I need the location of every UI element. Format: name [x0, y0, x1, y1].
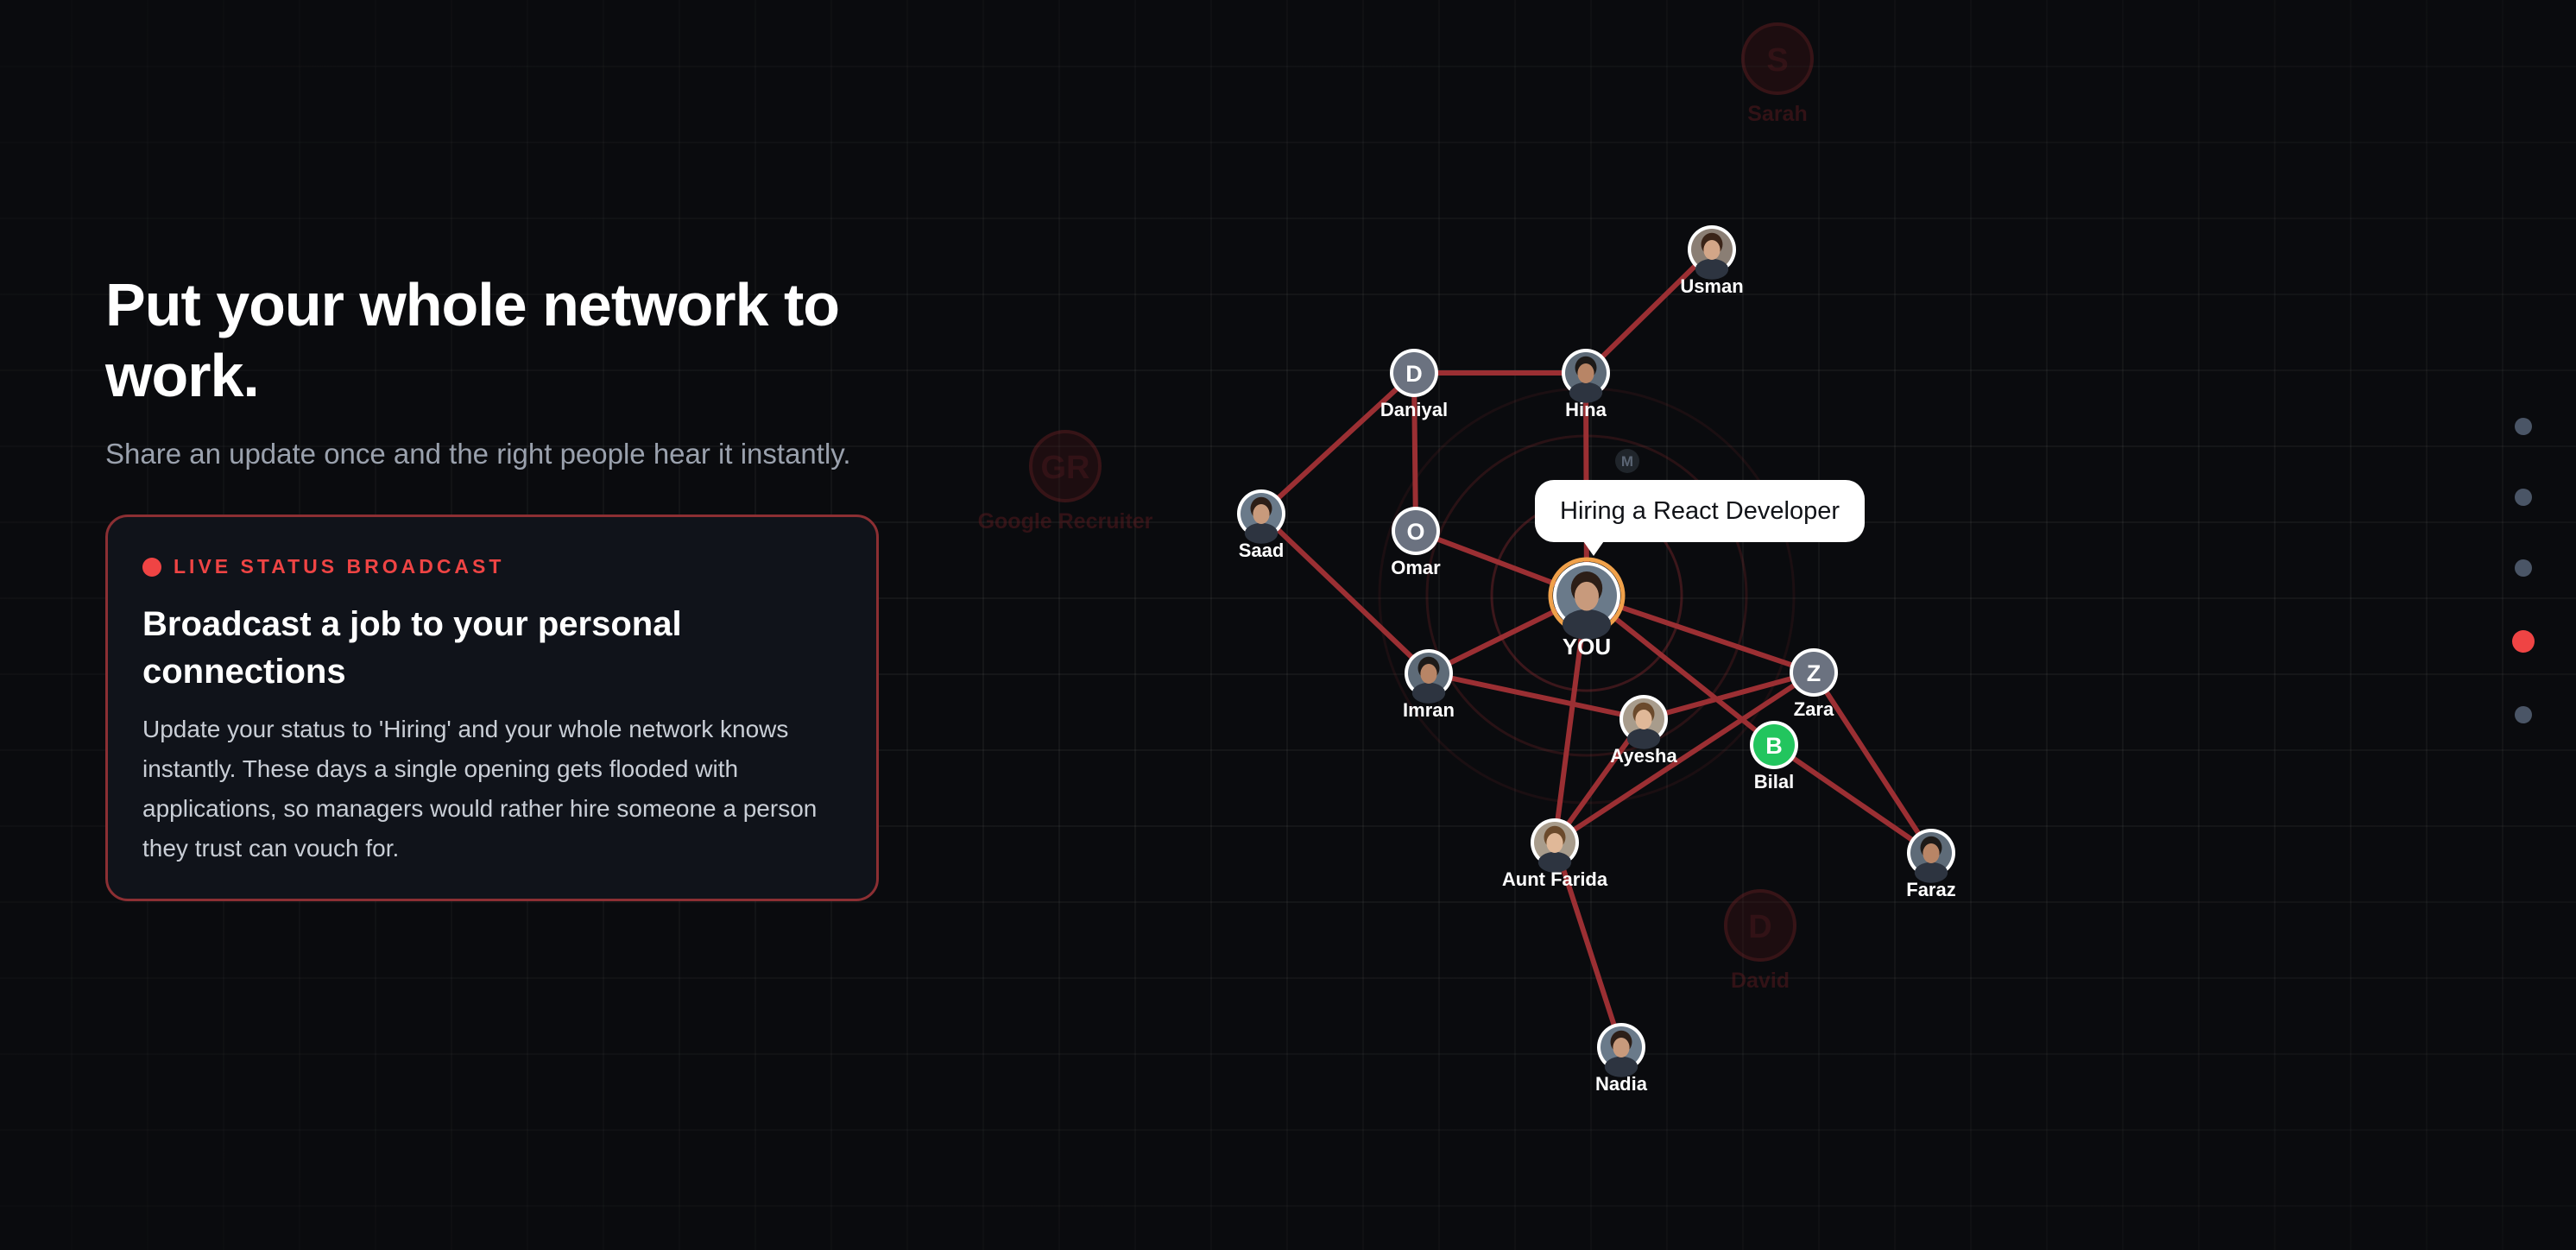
network-node-imran[interactable]: Imran [1403, 649, 1455, 721]
node-label: Usman [1680, 275, 1743, 297]
network-node-m[interactable]: M [1615, 449, 1639, 473]
network-node-hina[interactable]: Hina [1562, 349, 1610, 420]
section-nav-dot[interactable] [2515, 559, 2532, 577]
avatar [1691, 229, 1733, 280]
node-label: Imran [1403, 699, 1455, 721]
network-graph: S Sarah GR Google Recruiter D David YOU Usman H… [978, 22, 1956, 1095]
network-node-nadia[interactable]: Nadia [1595, 1023, 1648, 1095]
node-initial: O [1406, 519, 1424, 545]
edge-imran-ayesha [1426, 671, 1646, 722]
node-label: Aunt Farida [1502, 868, 1608, 890]
avatar [1534, 822, 1575, 873]
ghost-node-sarah: S Sarah [1741, 22, 1814, 126]
node-label: Nadia [1595, 1073, 1648, 1095]
network-node-saad[interactable]: Saad [1237, 489, 1285, 561]
node-label: YOU [1563, 634, 1611, 660]
avatar [1408, 653, 1449, 704]
node-label: Daniyal [1380, 399, 1448, 420]
network-node-ayesha[interactable]: Ayesha [1610, 695, 1677, 767]
avatar [1601, 1026, 1642, 1077]
edge-usman-hina [1583, 247, 1714, 376]
node-label: Omar [1391, 557, 1441, 578]
status-bubble-tail [1582, 539, 1606, 556]
ghost-node-initial: S [1766, 42, 1788, 79]
section-nav-dot[interactable] [2515, 418, 2532, 435]
ghost-node-google: GR Google Recruiter [978, 430, 1153, 533]
status-bubble: Hiring a React Developer [1535, 480, 1865, 542]
node-label: Ayesha [1610, 745, 1677, 767]
node-label: Zara [1794, 698, 1834, 720]
node-initial: M [1621, 453, 1633, 470]
avatar [1565, 352, 1607, 403]
edge-daniyal-saad [1259, 370, 1417, 516]
ghost-node-label: Google Recruiter [978, 509, 1153, 533]
avatar [1910, 832, 1952, 883]
network-node-bilal[interactable]: B Bilal [1750, 721, 1798, 792]
node-initial: Z [1807, 660, 1822, 686]
node-label: Bilal [1754, 771, 1794, 792]
avatar [1556, 565, 1617, 640]
network-node-omar[interactable]: O Omar [1391, 507, 1441, 578]
ghost-node-initial: D [1748, 909, 1771, 945]
ghost-node-label: Sarah [1747, 102, 1807, 126]
avatar [1623, 698, 1664, 749]
network-node-usman[interactable]: Usman [1680, 225, 1744, 297]
node-label: Saad [1239, 540, 1285, 561]
ghost-node-initial: GR [1041, 450, 1090, 486]
ghost-node-label: David [1731, 969, 1790, 993]
node-label: Hina [1565, 399, 1607, 420]
node-label: Faraz [1906, 879, 1955, 900]
network-node-aunt_farida[interactable]: Aunt Farida [1502, 818, 1608, 890]
network-node-faraz[interactable]: Faraz [1906, 829, 1956, 900]
edge-bilal-faraz [1771, 742, 1934, 855]
ghost-node-david: D David [1724, 889, 1796, 993]
section-nav-dot[interactable] [2512, 630, 2535, 653]
section-nav-dot[interactable] [2515, 489, 2532, 506]
node-initial: B [1765, 733, 1783, 759]
section-nav-dot[interactable] [2515, 706, 2532, 723]
network-node-daniyal[interactable]: D Daniyal [1380, 349, 1448, 420]
node-initial: D [1405, 361, 1423, 387]
avatar [1241, 493, 1282, 544]
section-nav [2512, 418, 2535, 777]
network-node-zara[interactable]: Z Zara [1790, 648, 1838, 720]
network-node-you[interactable]: YOU [1548, 557, 1626, 660]
